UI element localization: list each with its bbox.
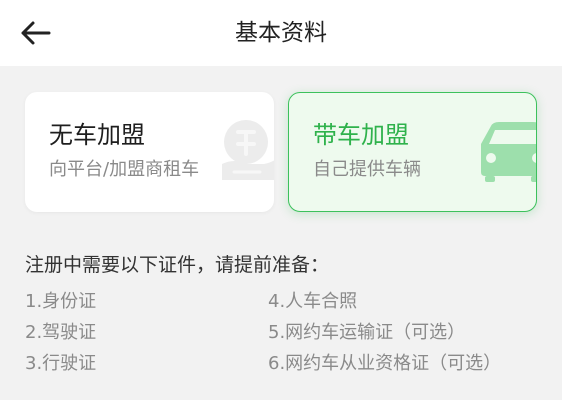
option-subtitle: 自己提供车辆 (313, 159, 421, 180)
requirements-notice: 注册中需要以下证件，请提前准备： (25, 254, 330, 276)
top-bar: 基本资料 (0, 0, 562, 66)
requirement-item: 4.人车合照 (268, 291, 358, 312)
requirement-item: 5.网约车运输证（可选） (268, 322, 466, 343)
requirement-item: 6.网约车从业资格证（可选） (268, 353, 502, 374)
option-title: 带车加盟 (313, 121, 409, 149)
requirement-item: 2.驾驶证 (25, 322, 97, 343)
option-title: 无车加盟 (49, 121, 145, 149)
option-card-no-car[interactable]: 无车加盟 向平台/加盟商租车 (25, 92, 274, 212)
rent-coin-hand-icon (222, 120, 274, 180)
requirement-item: 3.行驶证 (25, 353, 97, 374)
option-subtitle: 向平台/加盟商租车 (49, 159, 200, 180)
page-title: 基本资料 (235, 20, 327, 46)
car-icon (481, 122, 536, 182)
option-card-with-car[interactable]: 带车加盟 自己提供车辆 (288, 92, 537, 212)
requirement-item: 1.身份证 (25, 291, 97, 312)
